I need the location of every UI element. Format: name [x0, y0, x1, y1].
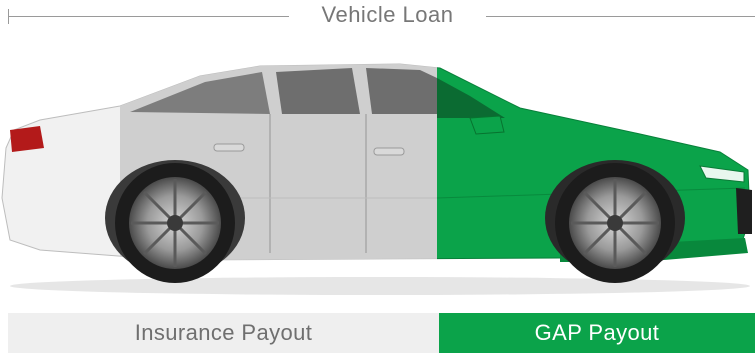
payout-bar: Insurance Payout GAP Payout [0, 313, 755, 353]
gap-payout-label: GAP Payout [534, 320, 660, 345]
rear-door-window [276, 68, 360, 114]
page-title: Vehicle Loan [321, 2, 454, 27]
gap-payout-segment: GAP Payout [439, 313, 755, 353]
ground-shadow [10, 277, 750, 295]
front-door-window-left [366, 68, 437, 114]
car-sedan-icon [1, 63, 752, 295]
side-mirror [469, 115, 505, 135]
tail-light [10, 126, 44, 152]
rear-door-handle [213, 143, 245, 152]
header-rule-left [8, 16, 289, 17]
header-rule-right [486, 16, 755, 17]
front-grille [736, 188, 752, 234]
insurance-payout-label: Insurance Payout [134, 320, 313, 345]
insurance-payout-segment: Insurance Payout [8, 313, 439, 353]
rear-wheel [115, 163, 235, 283]
header: Vehicle Loan [0, 0, 755, 36]
front-wheel [555, 163, 675, 283]
car-illustration [0, 48, 755, 298]
front-door-handle [373, 147, 405, 156]
